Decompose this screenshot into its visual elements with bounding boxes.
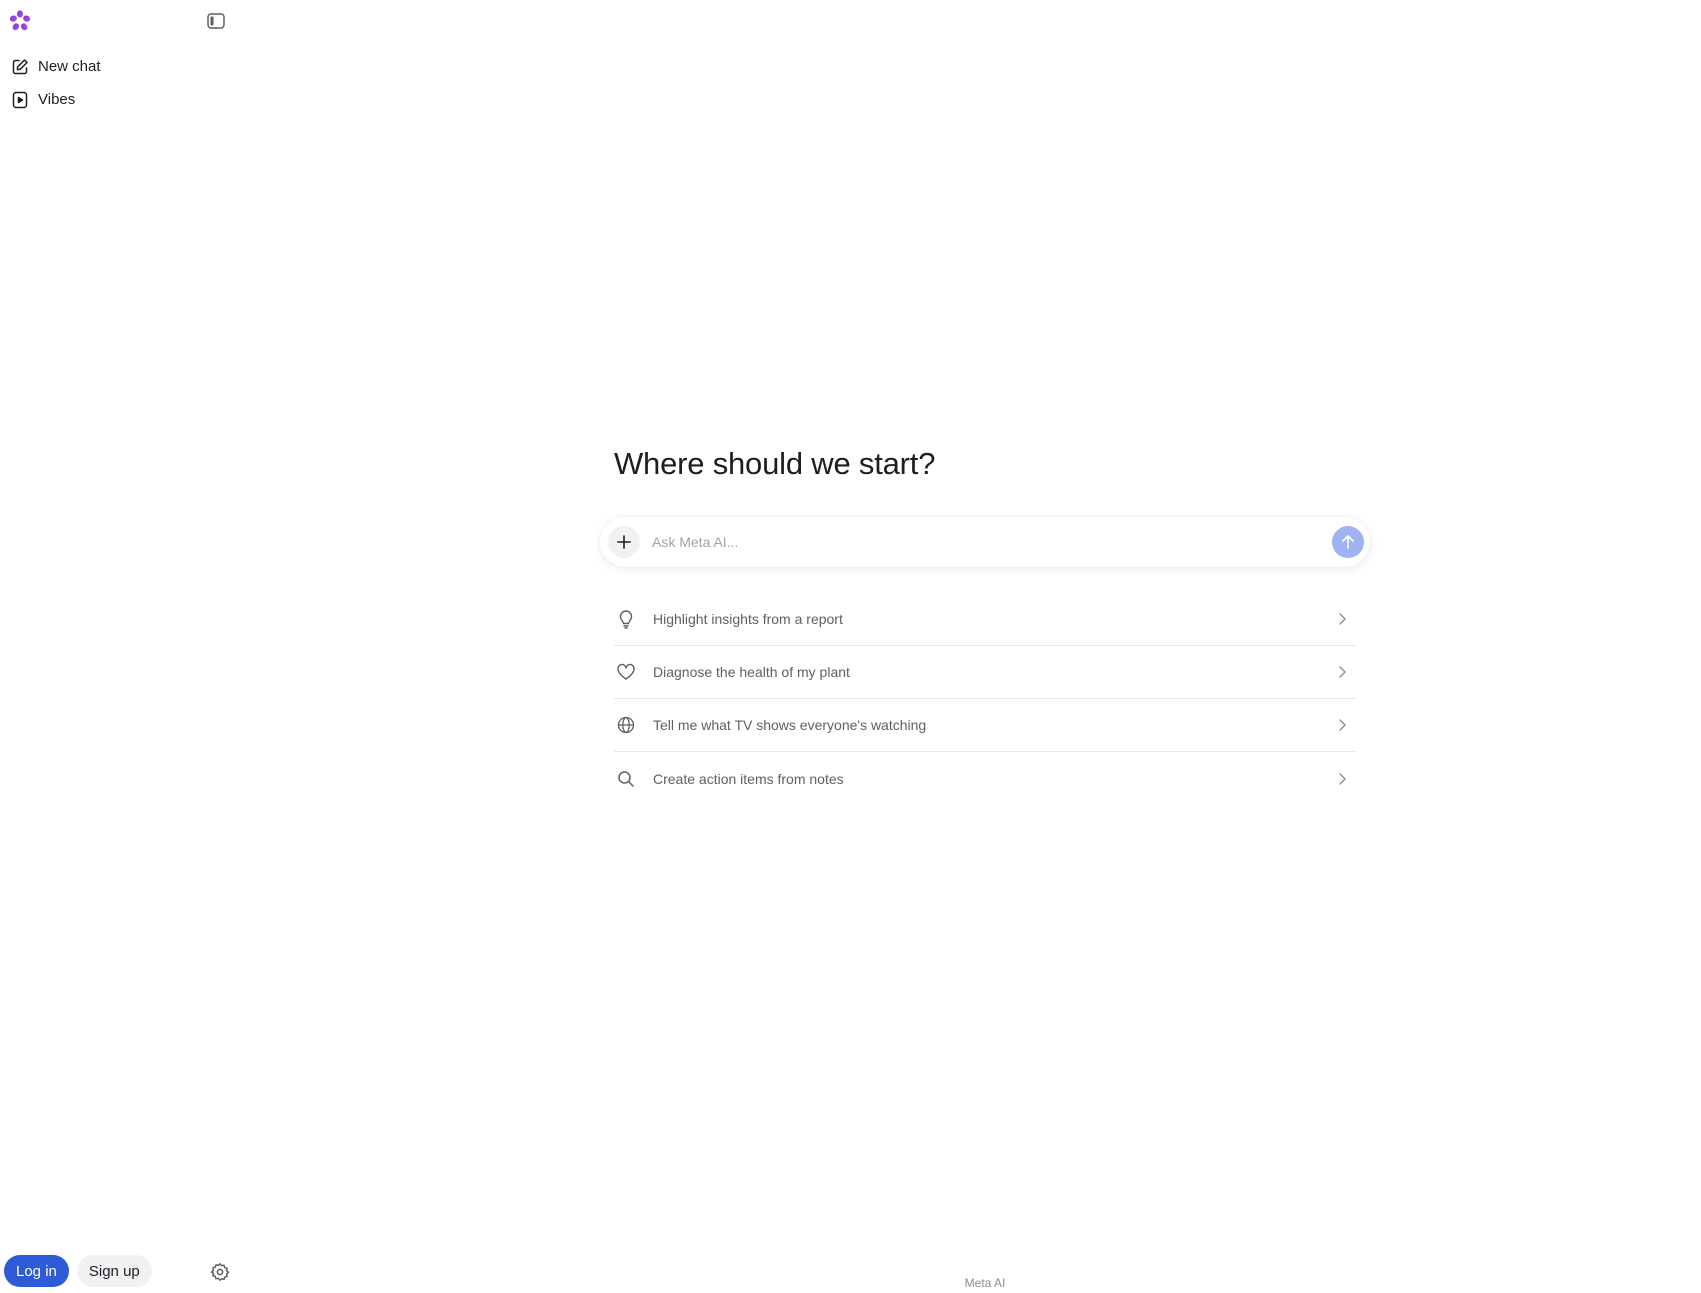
chevron-right-icon (1334, 664, 1350, 680)
gear-icon[interactable] (210, 1262, 230, 1282)
suggestion-label: Tell me what TV shows everyone's watchin… (653, 717, 927, 733)
sidebar: New chat Vibes Log in Sign up (0, 0, 240, 1293)
suggestion-item[interactable]: Highlight insights from a report (614, 593, 1356, 646)
add-attachment-button[interactable] (608, 526, 640, 558)
suggestion-label: Create action items from notes (653, 770, 844, 787)
play-square-icon (11, 91, 29, 109)
login-button[interactable]: Log in (4, 1255, 69, 1287)
auth-buttons: Log in Sign up (4, 1255, 152, 1287)
sidebar-item-new-chat[interactable]: New chat (0, 50, 240, 83)
chevron-right-icon (1334, 771, 1350, 787)
lightbulb-icon (616, 609, 636, 629)
footer-brand: Meta AI (964, 1276, 1006, 1290)
sidebar-item-label: New chat (38, 58, 101, 75)
app-root: New chat Vibes Log in Sign up Where shou… (0, 0, 1701, 1293)
chevron-right-icon (1334, 717, 1350, 733)
suggestion-label: Diagnose the health of my plant (653, 664, 850, 680)
chat-input[interactable] (650, 533, 1332, 551)
plus-icon (617, 535, 631, 549)
suggestion-item[interactable]: Create action items from notes (614, 752, 1356, 805)
send-button[interactable] (1332, 526, 1364, 558)
page-title: Where should we start? (614, 446, 936, 481)
sidebar-nav: New chat Vibes (0, 50, 240, 116)
heart-icon (616, 662, 636, 682)
chevron-right-icon (1334, 611, 1350, 627)
suggestion-list: Highlight insights from a report Diagnos… (614, 593, 1356, 805)
meta-ai-flower-icon[interactable] (8, 9, 32, 33)
suggestion-item[interactable]: Tell me what TV shows everyone's watchin… (614, 699, 1356, 752)
main-content: Where should we start? Ask Meta AI... Hi… (600, 0, 1370, 1293)
signup-button[interactable]: Sign up (76, 1255, 152, 1287)
composer (600, 517, 1370, 567)
search-icon (616, 769, 636, 789)
globe-icon (616, 715, 636, 735)
suggestion-label: Highlight insights from a report (653, 611, 843, 627)
sidebar-toggle-icon[interactable] (206, 11, 226, 31)
suggestion-item[interactable]: Diagnose the health of my plant (614, 646, 1356, 699)
sidebar-item-label: Vibes (38, 91, 76, 108)
arrow-up-icon (1342, 535, 1354, 549)
sidebar-item-vibes[interactable]: Vibes (0, 83, 240, 116)
edit-icon (11, 58, 29, 76)
